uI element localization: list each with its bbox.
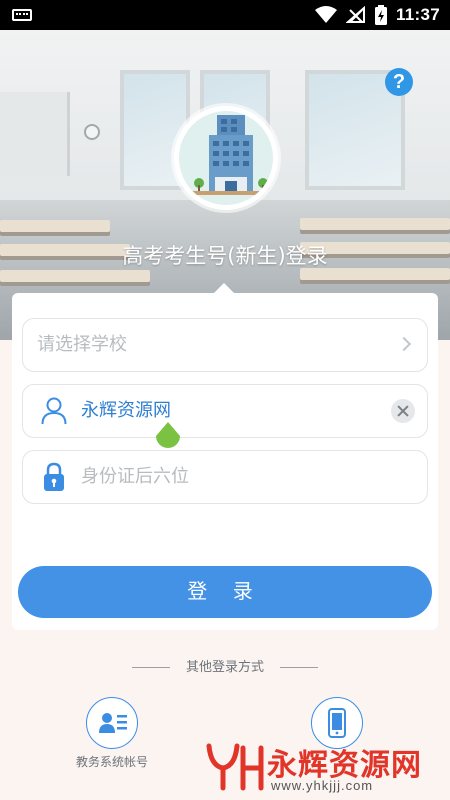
password-field[interactable]: 身份证后六位	[22, 450, 428, 504]
clear-icon[interactable]	[391, 399, 415, 423]
school-select[interactable]: 请选择学校	[22, 318, 428, 372]
wifi-icon	[314, 6, 337, 23]
password-placeholder: 身份证后六位	[81, 466, 189, 487]
id-card-icon	[99, 713, 127, 733]
other-login-heading-row: 其他登录方式	[0, 656, 450, 675]
username-field[interactable]: 永辉资源网	[22, 384, 428, 438]
status-bar: 11:37	[0, 0, 450, 30]
academic-account-login-button[interactable]	[86, 697, 138, 749]
help-button[interactable]: ?	[385, 68, 413, 96]
watermark-url: www.yhkjjj.com	[271, 778, 374, 793]
watermark: 永辉资源网 www.yhkjjj.com	[205, 738, 445, 796]
school-select-placeholder: 请选择学校	[37, 334, 127, 355]
other-login-heading: 其他登录方式	[185, 660, 264, 675]
status-time: 11:37	[395, 5, 440, 24]
watermark-logo-icon	[206, 743, 264, 791]
academic-account-label: 教务系统帐号	[75, 755, 148, 769]
lock-icon	[44, 462, 64, 491]
keyboard-icon	[12, 9, 32, 21]
mobile-phone-icon	[328, 708, 346, 738]
chevron-right-icon	[396, 336, 412, 352]
page-title: 高考考生号(新生)登录	[122, 244, 328, 268]
school-logo	[174, 106, 278, 210]
login-button[interactable]: 登 录	[18, 566, 432, 618]
battery-charging-icon	[374, 5, 387, 25]
building-icon	[179, 115, 273, 195]
text-cursor-handle[interactable]	[155, 422, 181, 454]
no-sim-icon	[345, 6, 365, 23]
user-icon	[41, 397, 67, 425]
